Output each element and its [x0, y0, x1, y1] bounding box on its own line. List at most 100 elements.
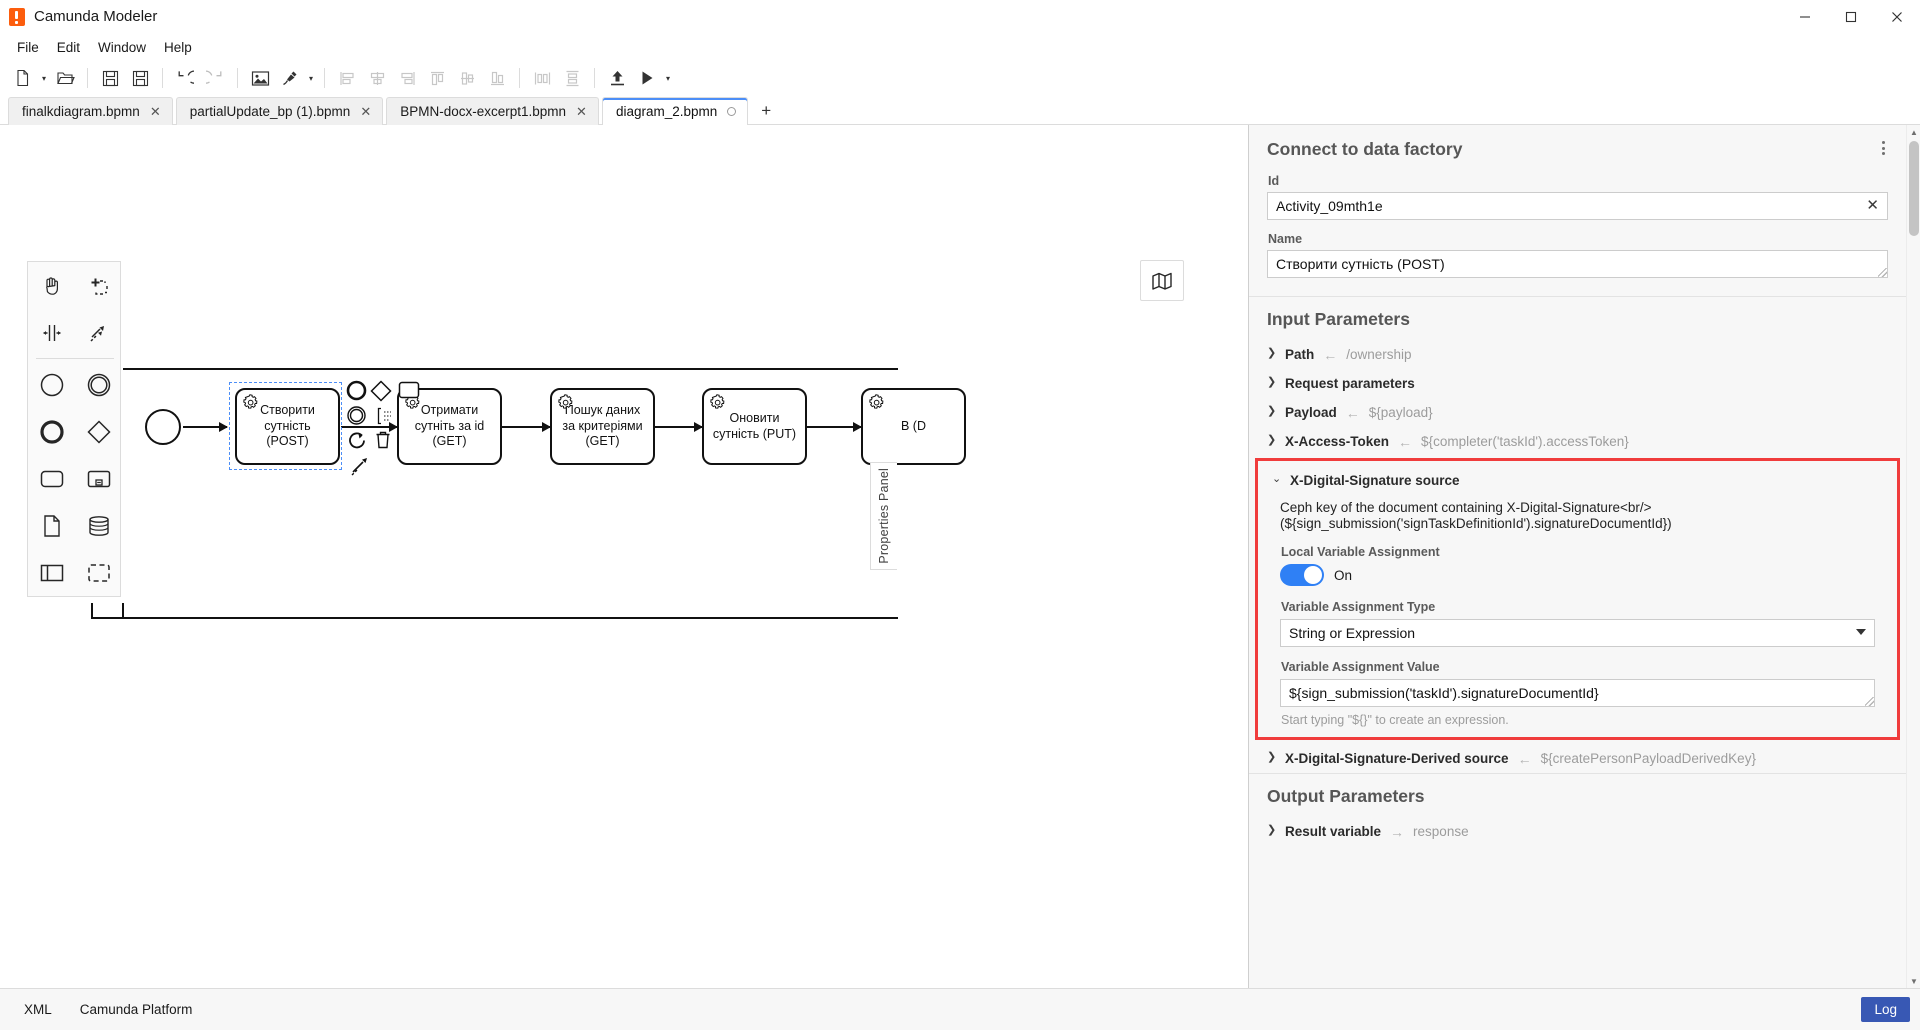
name-resize-grip[interactable] — [1878, 268, 1887, 277]
align-top-icon[interactable] — [422, 64, 452, 92]
task-search-by-criteria[interactable]: Пошук даних за критеріями (GET) — [550, 388, 655, 465]
connect-icon[interactable] — [350, 454, 372, 481]
minimap-toggle-button[interactable] — [1140, 260, 1184, 301]
sequence-flow-5[interactable] — [807, 426, 861, 428]
append-task-icon[interactable] — [398, 381, 420, 404]
entry-label: Request parameters — [1285, 376, 1415, 391]
hand-tool-icon[interactable] — [28, 262, 75, 309]
entry-x-digital-signature-derived-source[interactable]: ❯ X-Digital-Signature-Derived source ← $… — [1249, 744, 1906, 773]
pool-boundary-bottom — [91, 617, 898, 619]
scroll-down-arrow-icon[interactable]: ▼ — [1907, 974, 1920, 988]
run-dropdown-icon[interactable]: ▾ — [662, 64, 674, 92]
window-title: Camunda Modeler — [34, 8, 157, 25]
tab-unsaved-indicator-icon[interactable] — [727, 107, 736, 116]
tab-close-icon[interactable]: ✕ — [576, 105, 587, 118]
save-icon[interactable] — [95, 64, 125, 92]
bpmn-canvas[interactable]: Створити сутність (POST) Отримати сутніт… — [0, 125, 1248, 988]
redo-icon[interactable] — [200, 64, 230, 92]
tab-close-icon[interactable]: ✕ — [150, 105, 161, 118]
sequence-flow-3[interactable] — [498, 426, 550, 428]
maximize-button[interactable] — [1828, 0, 1874, 33]
start-event-icon[interactable] — [28, 361, 75, 408]
scroll-up-arrow-icon[interactable]: ▲ — [1907, 125, 1920, 139]
properties-header: Connect to data factory Id ✕ Name — [1249, 125, 1906, 296]
menu-item-help[interactable]: Help — [155, 36, 201, 59]
append-gateway-icon[interactable] — [370, 380, 392, 407]
align-left-icon[interactable] — [332, 64, 362, 92]
entry-request-parameters[interactable]: ❯ Request parameters — [1249, 369, 1906, 398]
save-as-icon[interactable] — [125, 64, 155, 92]
lasso-tool-icon[interactable] — [75, 262, 122, 309]
align-right-icon[interactable] — [392, 64, 422, 92]
align-middle-icon[interactable] — [452, 64, 482, 92]
tab-finalkdiagram[interactable]: finalkdiagram.bpmn ✕ — [8, 97, 173, 125]
undo-icon[interactable] — [170, 64, 200, 92]
more-options-icon[interactable] — [1874, 139, 1892, 157]
append-intermediate-event-icon[interactable] — [346, 405, 367, 431]
bpmn-canvas-surface[interactable]: Створити сутність (POST) Отримати сутніт… — [0, 125, 1248, 988]
variable-assignment-value-input[interactable] — [1280, 679, 1875, 707]
toggle-state-label: On — [1334, 568, 1352, 583]
align-center-icon[interactable] — [362, 64, 392, 92]
run-icon[interactable] — [632, 64, 662, 92]
group-icon[interactable] — [75, 549, 122, 596]
tab-diagram-2[interactable]: diagram_2.bpmn — [602, 97, 748, 125]
data-object-icon[interactable] — [28, 502, 75, 549]
log-button[interactable]: Log — [1861, 997, 1910, 1022]
sequence-flow-1[interactable] — [183, 426, 227, 428]
append-text-annotation-icon[interactable] — [374, 406, 394, 431]
append-end-event-icon[interactable] — [346, 380, 367, 406]
task-update-entity[interactable]: Оновити сутність (PUT) — [702, 388, 807, 465]
deploy-icon[interactable] — [602, 64, 632, 92]
space-tool-icon[interactable] — [28, 309, 75, 356]
tab-bpmn-docx-excerpt1[interactable]: BPMN-docx-excerpt1.bpmn ✕ — [386, 97, 599, 125]
variable-assignment-type-select[interactable]: String or ExpressionScriptListMap — [1280, 619, 1875, 647]
close-button[interactable] — [1874, 0, 1920, 33]
menu-item-file[interactable]: File — [8, 36, 48, 59]
pool-icon[interactable] — [28, 549, 75, 596]
status-button-xml[interactable]: XML — [10, 995, 66, 1024]
task-icon[interactable] — [28, 455, 75, 502]
variable-assignment-value-resize-grip[interactable] — [1865, 697, 1874, 706]
tab-partialupdate[interactable]: partialUpdate_bp (1).bpmn ✕ — [176, 97, 384, 125]
new-tab-button[interactable]: + — [751, 97, 781, 125]
change-type-icon[interactable] — [349, 432, 368, 456]
distribute-vertical-icon[interactable] — [557, 64, 587, 92]
status-button-camunda-platform[interactable]: Camunda Platform — [66, 995, 207, 1024]
subprocess-icon[interactable] — [75, 455, 122, 502]
distribute-horizontal-icon[interactable] — [527, 64, 557, 92]
sequence-flow-4[interactable] — [652, 426, 702, 428]
new-diagram-dropdown-icon[interactable]: ▾ — [38, 64, 50, 92]
x-digital-signature-source-header[interactable]: ⌄ X-Digital-Signature source — [1258, 467, 1897, 492]
align-tool-icon[interactable] — [275, 64, 305, 92]
delete-icon[interactable] — [374, 430, 392, 455]
data-store-icon[interactable] — [75, 502, 122, 549]
tab-close-icon[interactable]: ✕ — [360, 105, 371, 118]
align-tool-dropdown-icon[interactable]: ▾ — [305, 64, 317, 92]
entry-result-variable[interactable]: ❯ Result variable → response — [1249, 817, 1906, 846]
properties-panel-scrollbar[interactable]: ▲ ▼ — [1906, 125, 1920, 988]
gateway-icon[interactable] — [75, 408, 122, 455]
clear-id-icon[interactable]: ✕ — [1866, 198, 1879, 213]
align-bottom-icon[interactable] — [482, 64, 512, 92]
menu-item-edit[interactable]: Edit — [48, 36, 89, 59]
id-input[interactable] — [1267, 192, 1888, 220]
export-image-icon[interactable] — [245, 64, 275, 92]
end-event-icon[interactable] — [28, 408, 75, 455]
task-delete-entity[interactable]: В (D — [861, 388, 966, 465]
open-file-icon[interactable] — [50, 64, 80, 92]
connect-tool-icon[interactable] — [75, 309, 122, 356]
entry-payload[interactable]: ❯ Payload ← ${payload} — [1249, 398, 1906, 427]
intermediate-event-icon[interactable] — [75, 361, 122, 408]
menu-item-window[interactable]: Window — [89, 36, 155, 59]
local-variable-assignment-toggle[interactable] — [1280, 564, 1324, 586]
start-event[interactable] — [145, 409, 181, 445]
name-input[interactable] — [1267, 250, 1888, 278]
minimize-button[interactable] — [1782, 0, 1828, 33]
new-diagram-icon[interactable] — [8, 64, 38, 92]
scrollbar-thumb[interactable] — [1909, 141, 1919, 236]
properties-panel-toggle[interactable]: Properties Panel — [870, 462, 897, 570]
entry-path[interactable]: ❯ Path ← /ownership — [1249, 340, 1906, 369]
local-variable-assignment-label: Local Variable Assignment — [1281, 545, 1875, 559]
entry-x-access-token[interactable]: ❯ X-Access-Token ← ${completer('taskId')… — [1249, 427, 1906, 456]
